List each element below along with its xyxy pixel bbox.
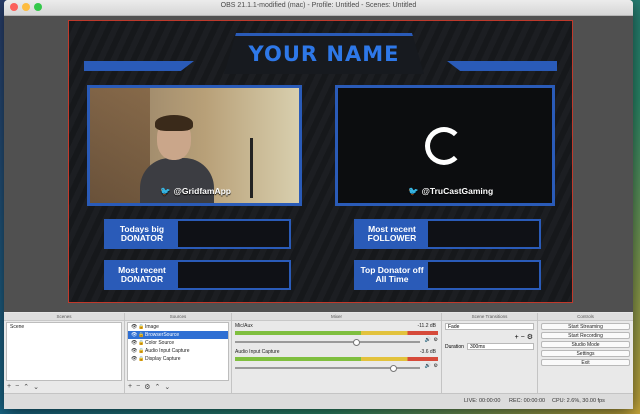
right-social-handle: 🐦 @TruCastGaming	[408, 186, 494, 196]
streamer-name: YOUR NAME	[248, 42, 400, 66]
speaker-icon[interactable]: 🔊	[425, 363, 431, 369]
studio-mode-button[interactable]: Studio Mode	[541, 341, 630, 348]
move-up-icon[interactable]: ⌃	[154, 383, 160, 391]
twitter-icon: 🐦	[160, 186, 171, 196]
eye-icon: 👁	[131, 332, 138, 338]
stat-top-donator: Top Donator off All Time	[354, 260, 541, 290]
window-title: OBS 21.1.1-modified (mac) - Profile: Unt…	[220, 2, 417, 9]
remove-source-button[interactable]: −	[136, 383, 140, 391]
title-bar: OBS 21.1.1-modified (mac) - Profile: Unt…	[4, 0, 633, 16]
dock-panels: Scenes Scene + − ⌃ ⌄ Sources 👁 🔒 Image 👁 🔒 B…	[4, 313, 633, 393]
source-item[interactable]: 👁 🔒 Color Source	[128, 339, 228, 347]
eye-icon: 👁	[131, 356, 138, 362]
eye-icon: 👁	[131, 348, 138, 354]
scenes-panel: Scenes Scene + − ⌃ ⌄	[4, 313, 125, 393]
scene-item[interactable]: Scene	[7, 323, 121, 331]
move-up-icon[interactable]: ⌃	[23, 383, 29, 391]
loading-spinner-icon	[425, 127, 463, 165]
eye-icon: 👁	[131, 324, 138, 330]
banner-left-wing	[84, 61, 194, 71]
stat-todays-big-donator: Todays big DONATOR	[104, 219, 291, 249]
left-social-handle: 🐦 @GridfamApp	[160, 186, 231, 196]
add-source-button[interactable]: +	[128, 383, 132, 391]
mixer-channel: Mic/Aux -11.2 dB 🔊 ⚙	[235, 323, 438, 351]
preview-area[interactable]: YOUR NAME 🐦@GridfamApp 🐦@TruCastGaming	[4, 16, 633, 312]
settings-button[interactable]: Settings	[541, 350, 630, 357]
twitter-icon: 🐦	[408, 186, 419, 196]
gear-icon[interactable]: ⚙	[434, 337, 438, 343]
lock-icon: 🔒	[138, 348, 145, 354]
rec-timer: REC: 00:00:00	[509, 398, 546, 404]
volume-slider[interactable]	[235, 339, 420, 346]
lock-icon: 🔒	[138, 332, 145, 338]
source-item[interactable]: 👁 🔒 Audio Input Capture	[128, 347, 228, 355]
source-item-selected[interactable]: 👁 🔒 BrowserSource	[128, 331, 228, 339]
add-scene-button[interactable]: +	[7, 383, 11, 391]
mixer-channel: Audio Input Capture -3.6 dB 🔊 ⚙	[235, 349, 438, 377]
stat-most-recent-donator: Most recent DONATOR	[104, 260, 291, 290]
gear-icon[interactable]: ⚙	[144, 383, 150, 391]
browser-source-frame: 🐦 @TruCastGaming	[335, 85, 555, 206]
cpu-fps: CPU: 2.6%, 30.00 fps	[552, 398, 605, 404]
remove-scene-button[interactable]: −	[15, 383, 19, 391]
controls-panel: Controls Start Streaming Start Recording…	[538, 313, 633, 393]
source-list[interactable]: 👁 🔒 Image 👁 🔒 BrowserSource 👁 🔒 Color Source 👁…	[127, 322, 229, 381]
move-down-icon[interactable]: ⌄	[33, 383, 39, 391]
start-recording-button[interactable]: Start Recording	[541, 332, 630, 339]
move-down-icon[interactable]: ⌄	[164, 383, 170, 391]
volume-meter	[235, 357, 438, 361]
sources-panel: Sources 👁 🔒 Image 👁 🔒 BrowserSource 👁 🔒 Color …	[125, 313, 232, 393]
remove-transition-button[interactable]: −	[521, 334, 525, 341]
live-timer: LIVE: 00:00:00	[464, 398, 501, 404]
lock-icon: 🔒	[138, 340, 145, 346]
lock-icon: 🔒	[138, 324, 145, 330]
transitions-panel: Scene Transitions Fade + − ⚙ Duration 30…	[442, 313, 538, 393]
speaker-icon[interactable]: 🔊	[425, 337, 431, 343]
obs-window: OBS 21.1.1-modified (mac) - Profile: Unt…	[4, 0, 633, 409]
transition-select[interactable]: Fade	[445, 323, 534, 330]
source-item[interactable]: 👁 🔒 Image	[128, 323, 228, 331]
status-bar: LIVE: 00:00:00 REC: 00:00:00 CPU: 2.6%, …	[4, 393, 633, 409]
start-streaming-button[interactable]: Start Streaming	[541, 323, 630, 330]
eye-icon: 👁	[131, 340, 138, 346]
exit-button[interactable]: Exit	[541, 359, 630, 366]
webcam-frame: 🐦 @GridfamApp	[87, 85, 302, 206]
microphone-arm	[250, 138, 283, 198]
lock-icon: 🔒	[138, 356, 145, 362]
duration-field[interactable]: 300ms	[467, 343, 534, 350]
volume-slider[interactable]	[235, 365, 420, 372]
source-item[interactable]: 👁 🔒 Display Capture	[128, 355, 228, 363]
stream-canvas[interactable]: YOUR NAME 🐦@GridfamApp 🐦@TruCastGaming	[68, 20, 573, 303]
volume-meter	[235, 331, 438, 335]
gear-icon[interactable]: ⚙	[434, 363, 438, 369]
gear-icon[interactable]: ⚙	[527, 334, 533, 341]
banner-right-wing	[447, 61, 557, 71]
add-transition-button[interactable]: +	[515, 334, 519, 341]
stat-most-recent-follower: Most recent FOLLOWER	[354, 219, 541, 249]
mixer-panel: Mixer Mic/Aux -11.2 dB 🔊 ⚙ Audio Input C…	[232, 313, 442, 393]
scene-list[interactable]: Scene	[6, 322, 122, 381]
